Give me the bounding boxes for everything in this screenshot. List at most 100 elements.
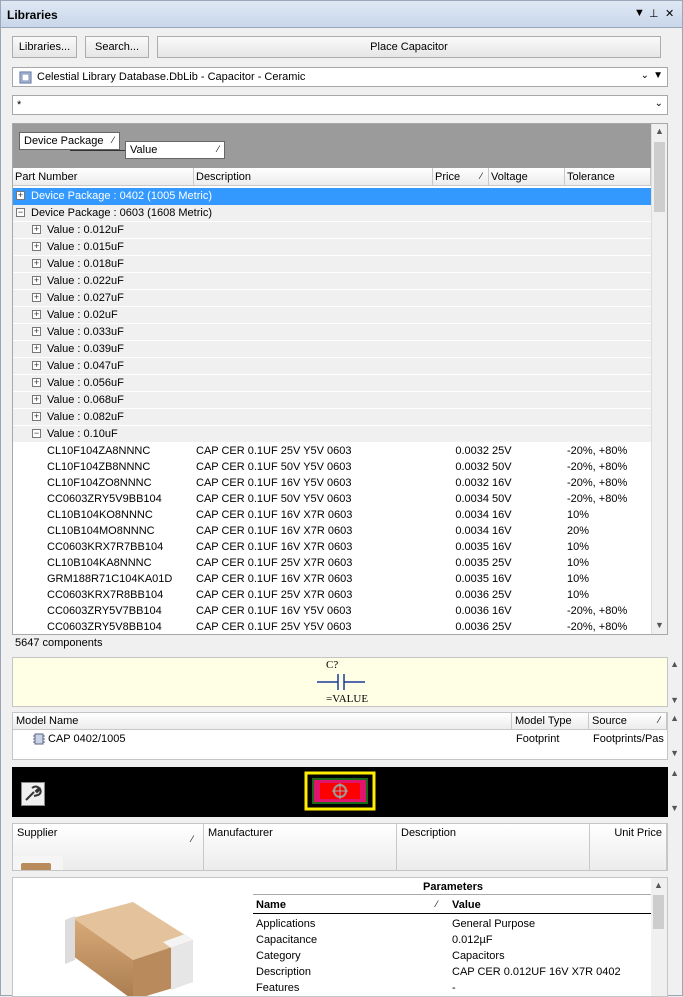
expand-icon[interactable]: + bbox=[32, 276, 41, 285]
parameter-row[interactable]: Applications General Purpose bbox=[253, 916, 653, 932]
value-group-row[interactable]: + Value : 0.033uF bbox=[13, 324, 651, 341]
table-row[interactable]: CC0603KRX7R8BB104 CAP CER 0.1UF 25V X7R 0… bbox=[13, 587, 651, 604]
scroll-down-icon[interactable]: ▼ bbox=[670, 695, 679, 705]
col-voltage[interactable]: Voltage bbox=[489, 168, 565, 186]
param-name: Applications bbox=[256, 918, 316, 930]
expand-icon[interactable]: + bbox=[32, 242, 41, 251]
table-row[interactable]: CL10F104ZO8NNNC CAP CER 0.1UF 16V Y5V 060… bbox=[13, 475, 651, 492]
table-row[interactable]: CL10B104KA8NNNC CAP CER 0.1UF 25V X7R 060… bbox=[13, 555, 651, 572]
scroll-down-icon[interactable]: ▼ bbox=[670, 748, 679, 758]
col-param-name[interactable]: Name bbox=[256, 899, 286, 911]
col-source[interactable]: Source ⁄ bbox=[589, 713, 667, 730]
scroll-up-icon[interactable]: ▲ bbox=[655, 126, 664, 136]
chevron-down-icon[interactable]: ⌄ bbox=[655, 98, 663, 109]
part-price: 0.0035 bbox=[455, 541, 489, 553]
value-group-row[interactable]: + Value : 0.082uF bbox=[13, 409, 651, 426]
part-number: CC0603KRX7R8BB104 bbox=[47, 589, 164, 601]
table-row[interactable]: CL10B104MO8NNNC CAP CER 0.1UF 16V X7R 060… bbox=[13, 523, 651, 540]
value-group-row[interactable]: + Value : 0.027uF bbox=[13, 290, 651, 307]
table-row[interactable]: CC0603ZRY5V7BB104 CAP CER 0.1UF 16V Y5V 0… bbox=[13, 603, 651, 620]
expand-icon[interactable]: + bbox=[16, 191, 25, 200]
part-number: CL10B104KO8NNNC bbox=[47, 509, 153, 521]
value-group-row[interactable]: + Value : 0.012uF bbox=[13, 222, 651, 239]
value-group-row[interactable]: + Value : 0.015uF bbox=[13, 239, 651, 256]
group-chip-device-package[interactable]: Device Package ⁄ bbox=[19, 132, 120, 150]
scroll-down-icon[interactable]: ▼ bbox=[670, 803, 679, 813]
value-group-row[interactable]: + Value : 0.056uF bbox=[13, 375, 651, 392]
panel-menu-icon[interactable]: ▼ bbox=[634, 7, 645, 19]
col-param-value[interactable]: Value bbox=[452, 899, 481, 911]
expand-icon[interactable]: + bbox=[32, 327, 41, 336]
scroll-up-icon[interactable]: ▲ bbox=[670, 768, 679, 778]
col-supplier-description[interactable]: Description bbox=[397, 824, 590, 870]
table-row[interactable]: CL10B104KO8NNNC CAP CER 0.1UF 16V X7R 060… bbox=[13, 507, 651, 524]
model-row[interactable]: CAP 0402/1005 Footprint Footprints/Pas bbox=[13, 731, 667, 748]
close-icon[interactable]: ✕ bbox=[665, 7, 674, 20]
value-group-row[interactable]: − Value : 0.10uF bbox=[13, 426, 651, 443]
col-unit-price[interactable]: Unit Price bbox=[590, 824, 667, 870]
scroll-up-icon[interactable]: ▲ bbox=[654, 880, 663, 890]
value-group-row[interactable]: + Value : 0.047uF bbox=[13, 358, 651, 375]
col-model-name[interactable]: Model Name bbox=[13, 713, 512, 730]
param-value: - bbox=[452, 982, 456, 994]
group-row-0603[interactable]: − Device Package : 0603 (1608 Metric) bbox=[13, 205, 651, 222]
library-select[interactable]: Celestial Library Database.DbLib - Capac… bbox=[12, 67, 668, 87]
dropdown-arrow-icon[interactable]: ▼ bbox=[653, 70, 663, 81]
col-price[interactable]: Price ⁄ bbox=[433, 168, 489, 186]
expand-icon[interactable]: + bbox=[32, 259, 41, 268]
param-value: General Purpose bbox=[452, 918, 536, 930]
table-row[interactable]: CC0603ZRY5V9BB104 CAP CER 0.1UF 50V Y5V 0… bbox=[13, 491, 651, 508]
col-model-type[interactable]: Model Type bbox=[512, 713, 589, 730]
scroll-up-icon[interactable]: ▲ bbox=[670, 713, 679, 723]
libraries-button[interactable]: Libraries... bbox=[12, 36, 77, 58]
expand-icon[interactable]: + bbox=[32, 378, 41, 387]
col-part-number[interactable]: Part Number bbox=[13, 168, 194, 186]
part-voltage: 16V bbox=[492, 605, 512, 617]
group-row-0402[interactable]: + Device Package : 0402 (1005 Metric) bbox=[13, 188, 651, 205]
table-row[interactable]: CL10F104ZB8NNNC CAP CER 0.1UF 50V Y5V 060… bbox=[13, 459, 651, 476]
part-tolerance: 10% bbox=[567, 589, 590, 601]
scroll-thumb[interactable] bbox=[654, 142, 665, 212]
pin-icon[interactable]: ⊥ bbox=[649, 7, 659, 20]
search-button[interactable]: Search... bbox=[85, 36, 149, 58]
table-row[interactable]: GRM188R71C104KA01D CAP CER 0.1UF 16V X7R … bbox=[13, 571, 651, 588]
table-row[interactable]: CC0603KRX7R7BB104 CAP CER 0.1UF 16V X7R 0… bbox=[13, 539, 651, 556]
col-tolerance[interactable]: Tolerance bbox=[565, 168, 651, 186]
expand-icon[interactable]: + bbox=[32, 361, 41, 370]
value-group-row[interactable]: + Value : 0.022uF bbox=[13, 273, 651, 290]
table-row[interactable]: CC0603ZRY5V8BB104 CAP CER 0.1UF 25V Y5V 0… bbox=[13, 619, 651, 634]
value-group-row[interactable]: + Value : 0.02uF bbox=[13, 307, 651, 324]
expand-icon[interactable]: + bbox=[32, 310, 41, 319]
parameter-row[interactable]: Category Capacitors bbox=[253, 948, 653, 964]
collapse-icon[interactable]: − bbox=[16, 208, 25, 217]
filter-input[interactable]: * ⌄ bbox=[12, 95, 668, 115]
value-group-row[interactable]: + Value : 0.039uF bbox=[13, 341, 651, 358]
expand-icon[interactable]: + bbox=[32, 412, 41, 421]
chevron-down-icon[interactable]: ⌄ bbox=[641, 70, 649, 81]
value-group-row[interactable]: + Value : 0.018uF bbox=[13, 256, 651, 273]
expand-icon[interactable]: + bbox=[32, 225, 41, 234]
symbol-designator: C? bbox=[326, 659, 339, 671]
col-manufacturer[interactable]: Manufacturer bbox=[204, 824, 397, 870]
parameter-row[interactable]: Capacitance 0.012µF bbox=[253, 932, 653, 948]
component-3d-image bbox=[65, 902, 193, 996]
scroll-thumb[interactable] bbox=[653, 895, 664, 929]
table-row[interactable]: CL10F104ZA8NNNC CAP CER 0.1UF 25V Y5V 060… bbox=[13, 443, 651, 460]
group-chip-value[interactable]: Value ⁄ bbox=[125, 141, 225, 159]
value-group-row[interactable]: + Value : 0.068uF bbox=[13, 392, 651, 409]
collapse-icon[interactable]: − bbox=[32, 429, 41, 438]
expand-icon[interactable]: + bbox=[32, 395, 41, 404]
expand-icon[interactable]: + bbox=[32, 344, 41, 353]
params-scrollbar[interactable]: ▲ bbox=[651, 878, 667, 996]
col-description[interactable]: Description bbox=[194, 168, 433, 186]
part-description: CAP CER 0.1UF 16V Y5V 0603 bbox=[196, 605, 352, 617]
parameter-row[interactable]: Features - bbox=[253, 980, 653, 996]
scroll-up-icon[interactable]: ▲ bbox=[670, 659, 679, 669]
place-button[interactable]: Place Capacitor bbox=[157, 36, 661, 58]
expand-icon[interactable]: + bbox=[32, 293, 41, 302]
grid-scrollbar[interactable]: ▲ ▼ bbox=[651, 124, 667, 634]
parameter-row[interactable]: Description CAP CER 0.012UF 16V X7R 0402 bbox=[253, 964, 653, 980]
wrench-icon[interactable] bbox=[21, 782, 45, 806]
scroll-down-icon[interactable]: ▼ bbox=[655, 620, 664, 630]
panel-title: Libraries bbox=[7, 8, 58, 22]
